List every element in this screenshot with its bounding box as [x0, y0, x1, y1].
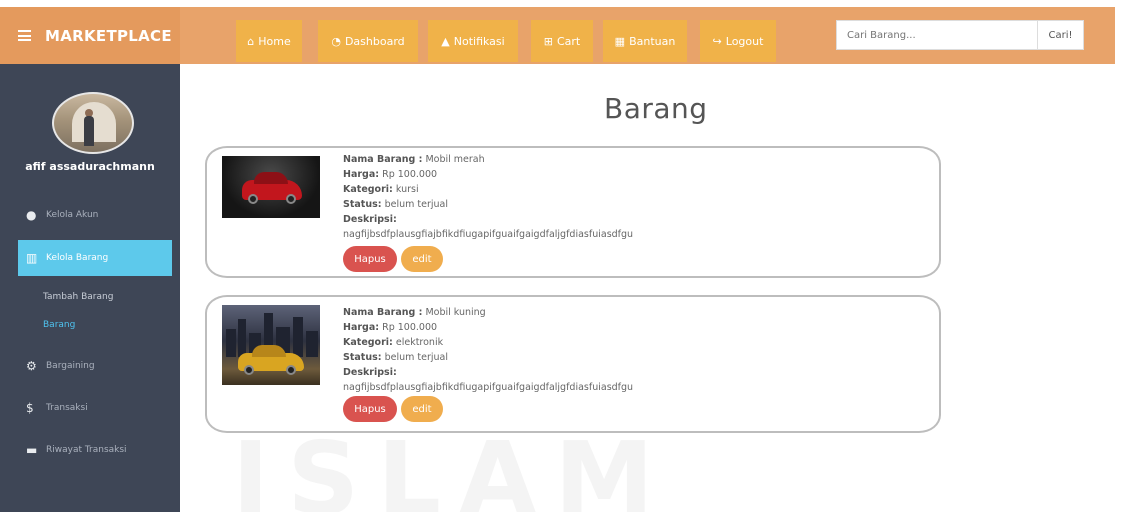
brand[interactable]: MARKETPLACE	[0, 7, 180, 64]
nav-bantuan-button[interactable]: ▦ Bantuan	[603, 20, 687, 62]
dashboard-icon: ◔	[331, 34, 341, 48]
product-info: Nama Barang : Mobil merah Harga: Rp 100.…	[343, 152, 633, 242]
sidebar-item-kelola-barang[interactable]: ▥ Kelola Barang	[18, 240, 172, 276]
book-icon: ▦	[614, 34, 626, 48]
nav-label: Dashboard	[344, 34, 405, 48]
nav-home-button[interactable]: ⌂ Home	[236, 20, 302, 62]
product-image	[222, 156, 320, 218]
product-kategori-row: Kategori: elektronik	[343, 337, 444, 348]
edit-button[interactable]: edit	[401, 396, 443, 422]
cart-icon: ⊞	[543, 34, 553, 48]
avatar	[52, 92, 134, 154]
sidebar-item-kelola-akun[interactable]: ● Kelola Akun	[18, 197, 172, 233]
product-actions: Hapus edit	[343, 246, 443, 272]
sidebar-item-bargaining[interactable]: ⚙ Bargaining	[18, 348, 172, 384]
product-deskripsi-text: nagfijbsdfplausgfiajbfikdfiugapifguaifga…	[343, 382, 634, 393]
sidebar-item-riwayat-transaksi[interactable]: ▬ Riwayat Transaksi	[18, 432, 172, 468]
product-nama-row: Nama Barang : Mobil merah	[343, 154, 485, 165]
logout-icon: ↪	[712, 34, 722, 48]
watermark: ISLAM	[232, 420, 672, 512]
nav-notifikasi-button[interactable]: ▲ Notifikasi	[428, 20, 518, 62]
sidebar-item-label: Kelola Akun	[46, 210, 99, 220]
nav-label: Logout	[725, 34, 764, 48]
search-input[interactable]	[837, 21, 1037, 49]
user-icon: ●	[26, 208, 37, 222]
home-icon: ⌂	[247, 34, 255, 48]
columns-icon: ▥	[26, 251, 38, 265]
hapus-button[interactable]: Hapus	[343, 246, 397, 272]
product-actions: Hapus edit	[343, 396, 443, 422]
hamburger-menu-icon[interactable]	[18, 30, 31, 41]
sidebar: afif assadurachmann ● Kelola Akun ▥ Kelo…	[0, 64, 180, 512]
sidebar-subitem-barang[interactable]: Barang	[43, 320, 75, 330]
edit-button[interactable]: edit	[401, 246, 443, 272]
nav-label: Home	[258, 34, 291, 48]
sidebar-item-label: Riwayat Transaksi	[46, 445, 127, 455]
product-status-row: Status: belum terjual	[343, 352, 448, 363]
product-deskripsi-text: nagfijbsdfplausgfiajbfikdfiugapifguaifga…	[343, 229, 634, 240]
product-card: Nama Barang : Mobil kuning Harga: Rp 100…	[205, 295, 941, 433]
nav-label: Bantuan	[629, 34, 676, 48]
card-icon: ▬	[26, 443, 38, 457]
username: afif assadurachmann	[25, 160, 155, 173]
product-deskripsi-label: Deskripsi:	[343, 367, 397, 378]
top-navbar: MARKETPLACE ⌂ Home ◔ Dashboard ▲ Notifik…	[0, 7, 1115, 64]
gears-icon: ⚙	[26, 359, 37, 373]
hapus-button[interactable]: Hapus	[343, 396, 397, 422]
sidebar-item-label: Bargaining	[46, 361, 95, 371]
product-image	[222, 305, 320, 385]
sidebar-subitem-tambah-barang[interactable]: Tambah Barang	[43, 292, 113, 302]
sidebar-item-label: Transaksi	[46, 403, 88, 413]
nav-label: Notifikasi	[453, 34, 505, 48]
product-harga-row: Harga: Rp 100.000	[343, 169, 438, 180]
product-info: Nama Barang : Mobil kuning Harga: Rp 100…	[343, 305, 633, 395]
product-nama-row: Nama Barang : Mobil kuning	[343, 307, 486, 318]
sidebar-item-transaksi[interactable]: $ Transaksi	[18, 390, 172, 426]
product-harga-row: Harga: Rp 100.000	[343, 322, 438, 333]
search-bar: Cari!	[836, 20, 1084, 50]
sidebar-item-label: Kelola Barang	[46, 253, 109, 263]
search-button[interactable]: Cari!	[1037, 21, 1083, 49]
nav-logout-button[interactable]: ↪ Logout	[700, 20, 776, 62]
page-title: Barang	[604, 92, 708, 125]
product-kategori-row: Kategori: kursi	[343, 184, 419, 195]
nav-label: Cart	[556, 34, 581, 48]
nav-cart-button[interactable]: ⊞ Cart	[531, 20, 593, 62]
product-status-row: Status: belum terjual	[343, 199, 448, 210]
nav-dashboard-button[interactable]: ◔ Dashboard	[318, 20, 418, 62]
bell-icon: ▲	[441, 34, 450, 48]
product-card: Nama Barang : Mobil merah Harga: Rp 100.…	[205, 146, 941, 278]
product-deskripsi-label: Deskripsi:	[343, 214, 397, 225]
dollar-icon: $	[26, 401, 34, 415]
brand-title: MARKETPLACE	[45, 26, 172, 45]
